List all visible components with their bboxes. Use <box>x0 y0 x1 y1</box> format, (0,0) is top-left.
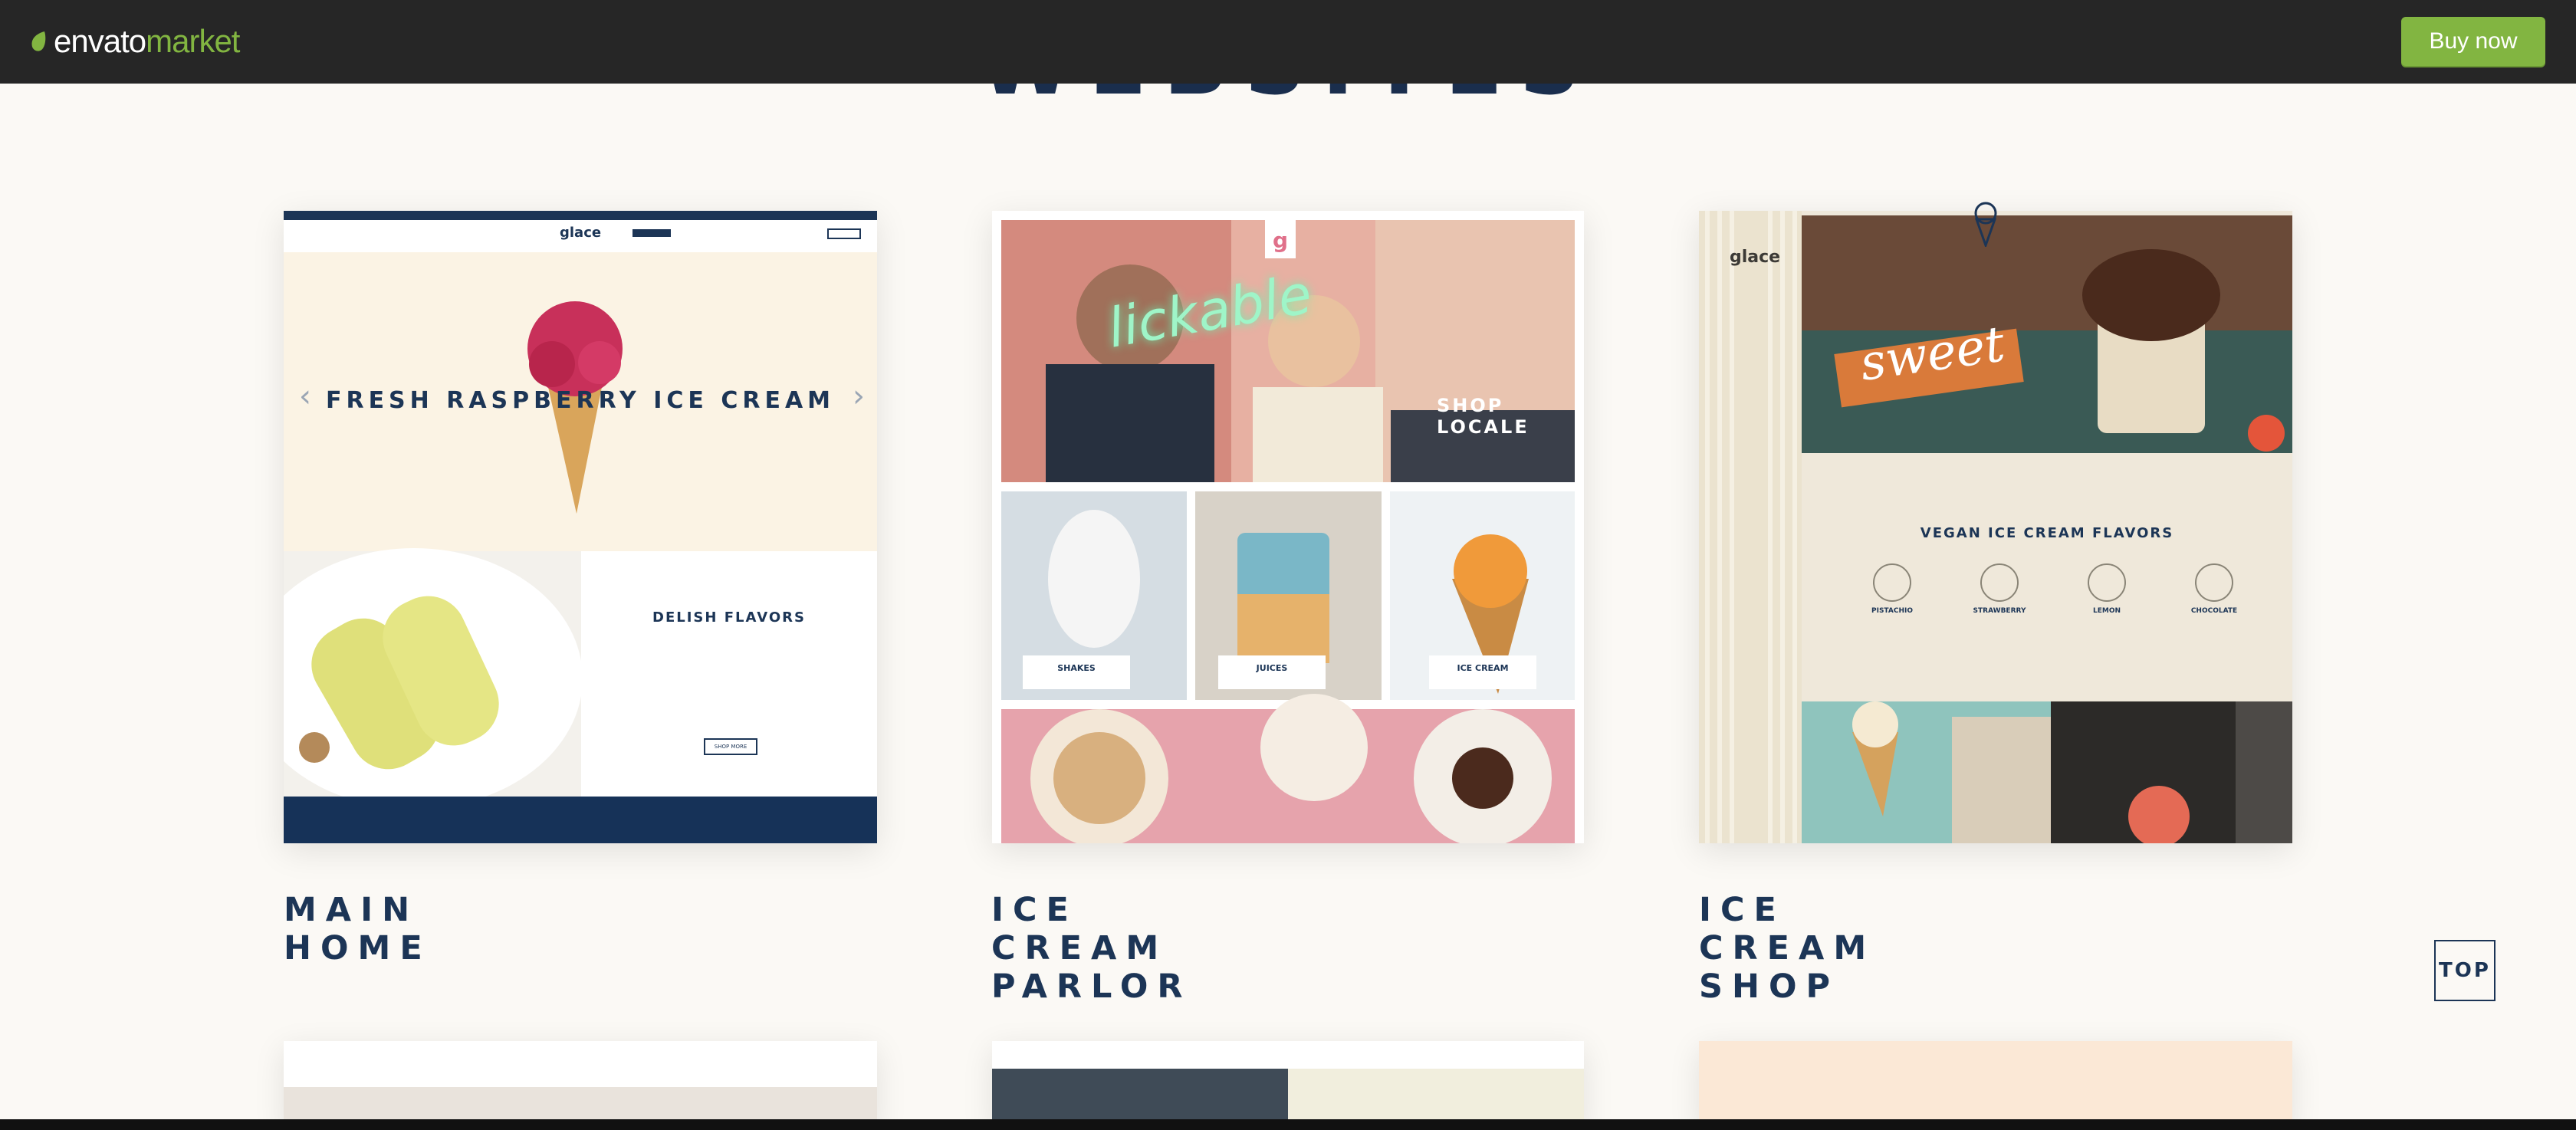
demo-thumbnail-row2-3[interactable] <box>1699 1041 2292 1130</box>
demo-thumbnail-ice-cream-shop[interactable]: glace sweet VEGAN ICE CREAM FLAVORS PIST… <box>1699 211 2292 843</box>
demo-thumbnail-row2-1[interactable] <box>284 1041 877 1130</box>
demo-title-ice-cream-shop[interactable]: ICE CREAM SHOP <box>1699 891 1875 1006</box>
shop-flavors-title: VEGAN ICE CREAM FLAVORS <box>1920 525 2174 541</box>
logo-envato-text: envato <box>54 23 146 59</box>
buy-now-button[interactable]: Buy now <box>2401 17 2545 66</box>
demo-thumbnail-row2-2[interactable] <box>992 1041 1584 1130</box>
shop-flavor-lemon: LEMON <box>2092 607 2121 615</box>
envato-topbar: envato market Buy now <box>0 0 2576 84</box>
shop-flavor-strawberry: STRAWBERRY <box>1973 607 2026 615</box>
demo-title-main-home[interactable]: MAIN HOME <box>284 891 432 967</box>
leaf-icon <box>31 31 46 51</box>
back-to-top-button[interactable]: TOP <box>2434 940 2496 1001</box>
main-home-logo: glace <box>560 225 602 241</box>
envato-market-logo[interactable]: envato market <box>29 23 240 60</box>
shop-flavor-pistachio: PISTACHIO <box>1871 607 1913 615</box>
main-home-menu-title: DELISH FLAVORS <box>652 609 806 626</box>
shop-flavor-chocolate: CHOCOLATE <box>2190 607 2238 615</box>
main-home-hero-text: FRESH RASPBERRY ICE CREAM <box>325 387 836 414</box>
main-home-menu-button: SHOP MORE <box>704 738 757 755</box>
shop-logo: glace <box>1730 248 1781 267</box>
demo-title-ice-cream-parlor[interactable]: ICE CREAM PARLOR <box>991 891 1192 1006</box>
logo-market-text: market <box>146 23 240 59</box>
demo-thumbnail-ice-cream-parlor[interactable]: g lickable SHOP LOCALE SHAKES JUICES ICE… <box>992 211 1584 843</box>
parlor-tile-ice-cream: ICE CREAM <box>1457 663 1509 673</box>
parlor-tile-juices: JUICES <box>1256 663 1288 673</box>
svg-text:g: g <box>1273 228 1288 253</box>
parlor-tile-shakes: SHAKES <box>1057 663 1096 673</box>
main-home-preview-image: ‹ › <box>284 211 877 843</box>
ice-cream-cone-icon <box>1974 202 1997 247</box>
demo-thumbnail-main-home[interactable]: ‹ › FRESH RASPBERRY ICE CREAM glace DELI… <box>284 211 877 843</box>
parlor-hero-text: SHOP LOCALE <box>1437 395 1530 438</box>
bottom-edge-bar <box>0 1119 2576 1130</box>
